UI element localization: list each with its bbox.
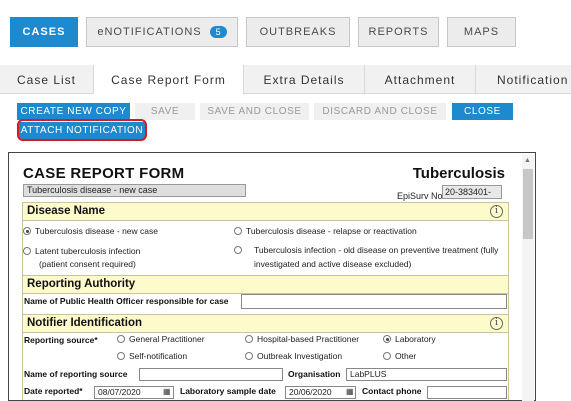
radio-label: Hospital-based Practitioner: [257, 334, 360, 344]
tab-notification[interactable]: Notification: [476, 65, 571, 94]
nav-reports-button[interactable]: REPORTS: [358, 17, 439, 47]
reporting-source-label: Reporting source*: [24, 335, 98, 345]
radio-tb-new-case[interactable]: Tuberculosis disease - new case: [23, 226, 158, 237]
radio-source-laboratory[interactable]: Laboratory: [383, 334, 436, 345]
save-label: SAVE: [150, 106, 180, 117]
highlight-ring: [17, 119, 147, 141]
save-button[interactable]: SAVE: [135, 103, 195, 120]
radio-source-other[interactable]: Other: [383, 351, 416, 362]
radio-label: Latent tuberculosis infection: [35, 246, 141, 256]
radio-label: Other: [395, 351, 417, 361]
radio-label: Tuberculosis disease - new case: [35, 226, 158, 236]
save-and-close-button[interactable]: SAVE AND CLOSE: [200, 103, 309, 120]
section-heading: Notifier Identification: [27, 317, 142, 329]
contact-phone-label: Contact phone: [362, 386, 422, 396]
radio-icon: [117, 352, 125, 360]
radio-source-hospital[interactable]: Hospital-based Practitioner: [245, 334, 359, 345]
tab-label: Attachment: [384, 72, 456, 87]
save-and-close-label: SAVE AND CLOSE: [207, 106, 302, 117]
form-title: CASE REPORT FORM: [23, 165, 185, 182]
scroll-up-icon[interactable]: ▲: [524, 157, 531, 164]
nav-cases-label: CASES: [22, 26, 66, 38]
nav-maps-button[interactable]: MAPS: [447, 17, 516, 47]
radio-source-outbreak[interactable]: Outbreak Investigation: [245, 351, 342, 362]
close-label: CLOSE: [464, 106, 501, 117]
episurv-label: EpiSurv No.: [397, 191, 446, 201]
top-navigation: CASES eNOTIFICATIONS 5 OUTBREAKS REPORTS…: [0, 0, 571, 60]
tab-label: Extra Details: [263, 72, 345, 87]
create-new-copy-label: CREATE NEW COPY: [20, 106, 127, 117]
radio-icon: [383, 352, 391, 360]
record-tabs: Case List Case Report Form Extra Details…: [0, 65, 571, 95]
radio-label: Tuberculosis infection - old disease on …: [254, 245, 499, 255]
section-disease-name: Disease Name i: [22, 202, 509, 221]
create-new-copy-button[interactable]: CREATE NEW COPY: [17, 103, 130, 120]
section-notifier-identification: Notifier Identification i: [22, 314, 509, 333]
case-type-field: Tuberculosis disease - new case: [23, 184, 246, 197]
radio-icon: [245, 352, 253, 360]
nav-outbreaks-label: OUTBREAKS: [259, 26, 337, 38]
latent-note: (patient consent required): [39, 259, 136, 269]
episurv-number-field[interactable]: 20-383401-AK: [442, 185, 502, 199]
discard-and-close-label: DISCARD AND CLOSE: [322, 106, 438, 117]
section-heading: Disease Name: [27, 205, 105, 217]
radio-label: Self-notification: [129, 351, 188, 361]
tab-label: Case Report Form: [111, 72, 226, 87]
radio-label: Laboratory: [395, 334, 436, 344]
contact-phone-input[interactable]: [427, 386, 507, 399]
nav-enotifications-label: eNOTIFICATIONS: [97, 26, 202, 38]
radio-tb-old-disease[interactable]: Tuberculosis infection - old disease on …: [234, 245, 498, 256]
date-reported-input[interactable]: 08/07/2020: [94, 386, 174, 399]
case-report-form: CASE REPORT FORM Tuberculosis Tuberculos…: [8, 152, 536, 401]
organisation-input[interactable]: LabPLUS: [346, 368, 507, 381]
radio-source-gp[interactable]: General Practitioner: [117, 334, 205, 345]
calendar-icon[interactable]: ▦: [163, 387, 171, 396]
tab-case-report-form[interactable]: Case Report Form: [94, 65, 244, 95]
radio-icon: [234, 227, 242, 235]
nav-maps-label: MAPS: [463, 26, 500, 38]
lab-sample-date-label: Laboratory sample date: [180, 386, 276, 396]
tab-attachment[interactable]: Attachment: [365, 65, 476, 94]
radio-icon: [117, 335, 125, 343]
nav-reports-label: REPORTS: [368, 26, 429, 38]
info-icon[interactable]: i: [490, 205, 503, 218]
form-scrollbar[interactable]: ▲: [522, 155, 534, 401]
nav-cases-button[interactable]: CASES: [10, 17, 78, 47]
nav-enotifications-button[interactable]: eNOTIFICATIONS 5: [86, 17, 238, 47]
officer-input[interactable]: [241, 294, 507, 309]
radio-selected-icon: [23, 227, 31, 235]
old-disease-note: investigated and active disease excluded…: [254, 259, 412, 269]
radio-label: Tuberculosis disease - relapse or reacti…: [246, 226, 417, 236]
radio-tb-relapse[interactable]: Tuberculosis disease - relapse or reacti…: [234, 226, 417, 237]
scrollbar-thumb[interactable]: [523, 169, 533, 239]
tab-label: Case List: [16, 72, 77, 87]
tab-case-list[interactable]: Case List: [0, 65, 94, 94]
officer-label: Name of Public Health Officer responsibl…: [24, 296, 229, 306]
radio-icon: [23, 247, 31, 255]
info-icon[interactable]: i: [490, 317, 503, 330]
radio-label: Outbreak Investigation: [257, 351, 343, 361]
organisation-label: Organisation: [288, 369, 341, 379]
radio-latent-tb[interactable]: Latent tuberculosis infection: [23, 246, 140, 257]
tab-extra-details[interactable]: Extra Details: [244, 65, 365, 94]
nav-outbreaks-button[interactable]: OUTBREAKS: [246, 17, 350, 47]
radio-icon: [234, 246, 242, 254]
reporting-source-name-label: Name of reporting source: [24, 369, 128, 379]
radio-selected-icon: [383, 335, 391, 343]
discard-and-close-button[interactable]: DISCARD AND CLOSE: [314, 103, 446, 120]
section-heading: Reporting Authority: [27, 278, 136, 290]
date-reported-label: Date reported*: [24, 386, 83, 396]
reporting-source-name-input[interactable]: [139, 368, 283, 381]
close-button[interactable]: CLOSE: [452, 103, 513, 120]
radio-source-self[interactable]: Self-notification: [117, 351, 187, 362]
tab-label: Notification: [497, 72, 569, 87]
radio-icon: [245, 335, 253, 343]
notification-count-badge: 5: [209, 26, 227, 38]
radio-label: General Practitioner: [129, 334, 205, 344]
section-reporting-authority: Reporting Authority: [22, 275, 509, 294]
calendar-icon[interactable]: ▦: [346, 387, 354, 396]
form-disease-title: Tuberculosis: [412, 165, 505, 182]
